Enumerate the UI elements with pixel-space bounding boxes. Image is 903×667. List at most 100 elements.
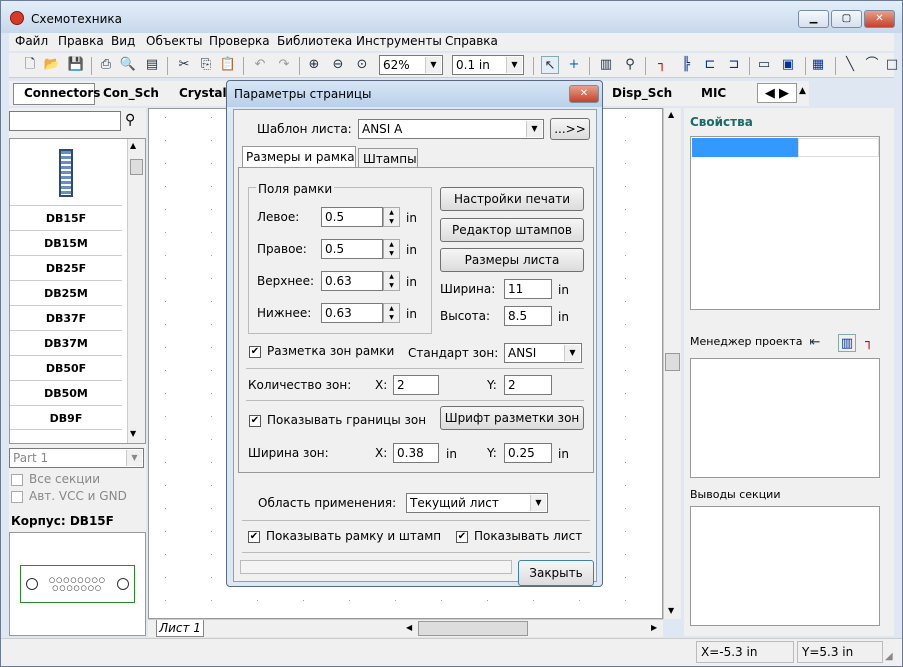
crosshair-icon[interactable]: + bbox=[565, 56, 583, 74]
list-item[interactable]: DB9F bbox=[10, 406, 122, 430]
project-tree[interactable] bbox=[690, 358, 880, 478]
zone-marking-checkbox[interactable]: ✔ bbox=[249, 346, 261, 358]
list-item[interactable]: DB15M bbox=[10, 231, 122, 256]
template-select[interactable]: ANSI A ▼ bbox=[358, 119, 544, 139]
top-margin-field[interactable]: 0.63 bbox=[321, 271, 383, 291]
menu-edit[interactable]: Правка bbox=[58, 34, 104, 48]
sheet-sizes-button[interactable]: Размеры листа bbox=[440, 248, 584, 272]
component-preview[interactable] bbox=[10, 139, 122, 206]
canvas-vscrollbar[interactable]: ▲ ▼ bbox=[663, 108, 681, 619]
redo-icon[interactable]: ↷ bbox=[275, 56, 293, 74]
open-icon[interactable]: 📂 bbox=[43, 56, 61, 74]
print-settings-button[interactable]: Настройки печати bbox=[440, 187, 584, 211]
section-pins-list[interactable] bbox=[690, 506, 880, 626]
right-margin-field[interactable]: 0.5 bbox=[321, 239, 383, 259]
zone-count-x-field[interactable]: 2 bbox=[393, 375, 439, 395]
menu-check[interactable]: Проверка bbox=[209, 34, 270, 48]
net-label-icon[interactable]: ⊐ bbox=[725, 56, 743, 74]
component-search-input[interactable] bbox=[9, 111, 121, 131]
zone-standard-select[interactable]: ANSI ▼ bbox=[504, 343, 582, 363]
list-item[interactable]: DB15F bbox=[10, 206, 122, 231]
list-item[interactable]: DB37F bbox=[10, 306, 122, 331]
sheet-width-field[interactable]: 11 bbox=[504, 279, 552, 299]
properties-grid[interactable] bbox=[690, 136, 880, 310]
new-icon[interactable]: 🗋 bbox=[21, 56, 39, 74]
right-margin-spinner[interactable]: ▲ ▼ bbox=[383, 239, 400, 259]
show-frame-checkbox[interactable]: ✔ bbox=[248, 531, 260, 543]
properties-selected-row[interactable] bbox=[692, 138, 798, 157]
top-margin-spinner[interactable]: ▲ ▼ bbox=[383, 271, 400, 291]
page-icon[interactable]: ▤ bbox=[143, 56, 161, 74]
close-button[interactable]: ✕ bbox=[864, 10, 895, 28]
scroll-up-icon[interactable]: ▲ bbox=[668, 110, 674, 119]
list-item[interactable]: DB37M bbox=[10, 331, 122, 356]
tab-connectors[interactable]: Connectors bbox=[24, 86, 100, 100]
wire-icon[interactable]: ┐ bbox=[653, 56, 671, 74]
scroll-thumb[interactable] bbox=[130, 159, 143, 175]
minimize-button[interactable]: ▁ bbox=[798, 10, 829, 28]
bus-icon[interactable]: ╠ bbox=[677, 56, 695, 74]
pointer-icon[interactable]: ↖ bbox=[541, 56, 559, 74]
menu-view[interactable]: Вид bbox=[111, 34, 135, 48]
part-select[interactable]: Part 1 ▼ bbox=[9, 448, 144, 468]
dialog-title-bar[interactable]: Параметры страницы ✕ bbox=[227, 81, 602, 107]
tab-scroll-arrows[interactable]: ◀ ▶ bbox=[757, 83, 797, 103]
tab-stamps[interactable]: Штампы bbox=[363, 152, 417, 166]
scroll-left-icon[interactable]: ◀ bbox=[406, 623, 412, 632]
dialog-close-button[interactable]: ✕ bbox=[569, 85, 599, 103]
zoom-out-icon[interactable]: ⊖ bbox=[329, 56, 347, 74]
line-icon[interactable]: ╲ bbox=[841, 56, 859, 74]
left-margin-spinner[interactable]: ▲ ▼ bbox=[383, 207, 400, 227]
copy-icon[interactable]: ⎘ bbox=[197, 56, 215, 74]
menu-help[interactable]: Справка bbox=[445, 34, 498, 48]
binoculars-icon[interactable]: ⚲ bbox=[125, 112, 135, 128]
resize-grip-icon[interactable]: ◢ bbox=[885, 651, 893, 662]
zone-count-y-field[interactable]: 2 bbox=[504, 375, 552, 395]
close-dialog-button[interactable]: Закрыть bbox=[518, 560, 594, 586]
list-item[interactable]: DB25M bbox=[10, 281, 122, 306]
scroll-down-icon[interactable]: ▼ bbox=[668, 606, 674, 615]
show-zone-borders-checkbox[interactable]: ✔ bbox=[249, 415, 261, 427]
find-icon[interactable]: ⚲ bbox=[621, 56, 639, 74]
save-icon[interactable]: 💾 bbox=[67, 56, 85, 74]
left-margin-field[interactable]: 0.5 bbox=[321, 207, 383, 227]
tab-sizes-and-frame[interactable]: Размеры и рамка bbox=[246, 150, 355, 164]
all-sections-checkbox[interactable] bbox=[11, 474, 23, 486]
zone-width-x-field[interactable]: 0.38 bbox=[393, 443, 439, 463]
arc-icon[interactable]: ⌒ bbox=[863, 56, 881, 74]
sheet-height-field[interactable]: 8.5 bbox=[504, 306, 552, 326]
menu-objects[interactable]: Объекты bbox=[146, 34, 202, 48]
schematic-view-icon[interactable]: ▥ bbox=[838, 334, 856, 352]
zone-width-y-field[interactable]: 0.25 bbox=[504, 443, 552, 463]
table-icon[interactable]: ▦ bbox=[809, 56, 827, 74]
sheet-tab[interactable]: Лист 1 bbox=[156, 620, 204, 637]
tab-menu-icon[interactable]: ▲ bbox=[799, 86, 806, 96]
grid-select[interactable]: 0.1 in ▼ bbox=[452, 55, 524, 75]
zoom-select[interactable]: 62% ▼ bbox=[379, 55, 443, 75]
net-port-icon[interactable]: ⊏ bbox=[701, 56, 719, 74]
print-icon[interactable]: ⎙ bbox=[97, 56, 115, 74]
menu-tools[interactable]: Инструменты bbox=[356, 34, 442, 48]
project-tool-icon[interactable]: ⇤ bbox=[806, 334, 824, 352]
show-sheet-checkbox[interactable]: ✔ bbox=[456, 531, 468, 543]
scroll-right-icon[interactable]: ▶ bbox=[651, 623, 657, 632]
zoom-in-icon[interactable]: ⊕ bbox=[305, 56, 323, 74]
menu-file[interactable]: Файл bbox=[15, 34, 48, 48]
zone-font-button[interactable]: Шрифт разметки зон bbox=[440, 406, 584, 430]
template-more-button[interactable]: ...>> bbox=[550, 118, 590, 140]
pcb-view-icon[interactable]: ┐ bbox=[860, 334, 878, 352]
print-preview-icon[interactable]: 🔍 bbox=[119, 56, 137, 74]
list-scrollbar[interactable]: ▲ ▼ bbox=[127, 139, 145, 443]
paste-icon[interactable]: 📋 bbox=[219, 56, 237, 74]
properties-value-cell[interactable] bbox=[798, 138, 879, 157]
component-icon[interactable]: ▥ bbox=[597, 56, 615, 74]
tab-con-sch[interactable]: Con_Sch bbox=[103, 86, 159, 100]
tab-mic[interactable]: MIC bbox=[701, 86, 726, 100]
bottom-margin-field[interactable]: 0.63 bbox=[321, 303, 383, 323]
scope-select[interactable]: Текущий лист ▼ bbox=[406, 493, 548, 513]
hscroll-thumb[interactable] bbox=[418, 621, 528, 636]
list-item[interactable]: DB50F bbox=[10, 356, 122, 381]
pin-icon[interactable]: ▭ bbox=[755, 56, 773, 74]
list-item[interactable]: DB25F bbox=[10, 256, 122, 281]
rect-icon[interactable]: □ bbox=[883, 56, 901, 74]
